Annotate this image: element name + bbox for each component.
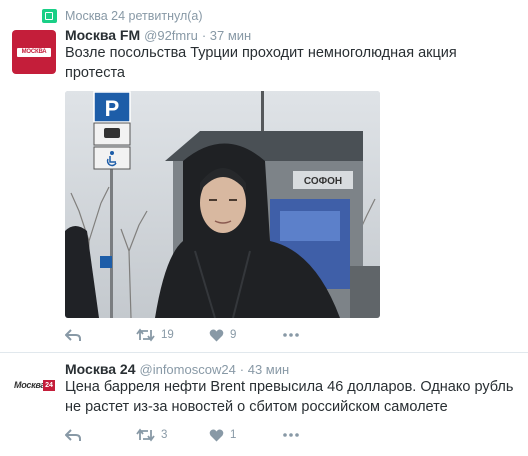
retweet-count: 3 xyxy=(161,429,168,441)
retweet-icon xyxy=(42,9,57,23)
retweet-button[interactable]: 19 xyxy=(136,328,174,342)
tweet-time[interactable]: · 37 мин xyxy=(202,28,251,43)
more-icon xyxy=(283,433,299,437)
avatar-logo-text: МОСКВА FM xyxy=(17,48,51,64)
bus-sign-icon xyxy=(93,122,131,146)
retweet-icon xyxy=(136,328,155,342)
reply-icon xyxy=(65,329,81,341)
tweet-text: Цена барреля нефти Brent превысила 46 до… xyxy=(65,379,514,415)
like-count: 1 xyxy=(230,429,237,441)
avatar[interactable]: МОСКВА FM xyxy=(12,30,56,74)
retweet-button[interactable]: 3 xyxy=(136,428,167,442)
reply-button[interactable] xyxy=(65,428,81,442)
like-count: 9 xyxy=(230,329,237,341)
photo-scene: P СОФОН xyxy=(65,91,380,318)
kiosk-sign-text: СОФОН xyxy=(304,176,342,187)
retweet-icon xyxy=(136,428,155,442)
tweet-header: Москва 24 @infomoscow24 · 43 мин xyxy=(65,360,289,378)
tweet-time[interactable]: · 43 мин xyxy=(240,362,289,377)
retweet-count: 19 xyxy=(161,329,174,341)
avatar-logo-text: Москва xyxy=(14,380,46,390)
retweet-context: Москва 24 ретвитнул(а) xyxy=(42,8,203,24)
tweet-card[interactable]: Москва 24 ретвитнул(а) МОСКВА FM Москва … xyxy=(0,0,528,352)
heart-icon xyxy=(209,329,224,341)
parking-sign-icon: P xyxy=(93,91,131,123)
avatar-logo-number: 24 xyxy=(43,380,55,391)
reply-button[interactable] xyxy=(65,328,81,342)
reply-icon xyxy=(65,429,81,441)
like-button[interactable]: 1 xyxy=(209,429,236,442)
avatar[interactable]: Москва 24 xyxy=(14,374,56,398)
wheelchair-sign-icon xyxy=(93,146,131,170)
tweet-text: Возле посольства Турции проходит немного… xyxy=(65,45,457,81)
more-button[interactable] xyxy=(283,333,299,337)
tweet-header: Москва FM @92fmru · 37 мин xyxy=(65,26,251,44)
author-name[interactable]: Москва FM xyxy=(65,27,140,43)
author-handle[interactable]: @infomoscow24 xyxy=(140,362,236,377)
heart-icon xyxy=(209,429,224,441)
like-button[interactable]: 9 xyxy=(209,329,236,342)
author-name[interactable]: Москва 24 xyxy=(65,361,136,377)
more-icon xyxy=(283,333,299,337)
more-button[interactable] xyxy=(283,433,299,437)
svg-text:P: P xyxy=(105,96,120,121)
author-handle[interactable]: @92fmru xyxy=(144,28,198,43)
tweet-photo[interactable]: P СОФОН xyxy=(65,91,380,318)
retweet-context-label: Москва 24 ретвитнул(а) xyxy=(65,9,203,23)
